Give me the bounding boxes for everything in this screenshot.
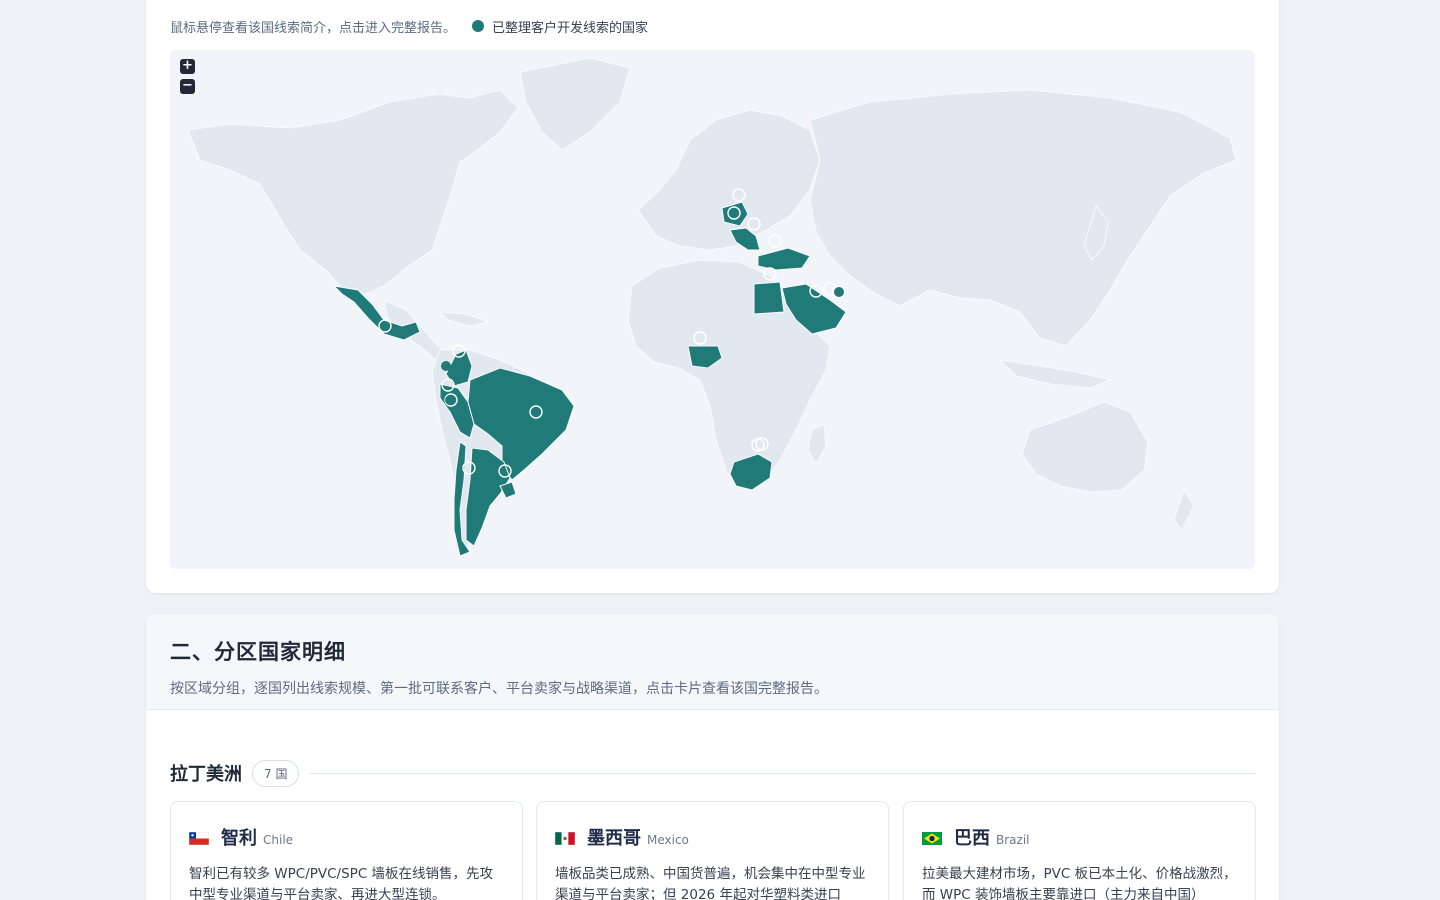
- country-name-en: Mexico: [647, 833, 689, 847]
- marker-dot-ecuador: [441, 361, 451, 371]
- chile-flag-icon: [189, 832, 209, 845]
- region-new-zealand: [1173, 488, 1195, 531]
- country-name: 墨西哥: [587, 828, 641, 849]
- section-header: 二、分区国家明细 按区域分组，逐国列出线索规模、第一批可联系客户、平台卖家与战略…: [146, 614, 1279, 710]
- country-card-brazil[interactable]: 巴西 Brazil 拉美最大建材市场，PVC 板已本土化、价格战激烈，而 WPC…: [903, 801, 1256, 900]
- country-summary: 墙板品类已成熟、中国货普遍，机会集中在中型专业渠道与平台卖家；但 2026 年起…: [555, 866, 866, 900]
- region-header: 拉丁美洲 7 国: [170, 759, 1256, 787]
- region-caribbean: [438, 311, 490, 327]
- country-card-mexico[interactable]: 墨西哥 Mexico 墙板品类已成熟、中国货普遍，机会集中在中型专业渠道与平台卖…: [536, 801, 889, 900]
- region-count-badge: 7 国: [252, 759, 300, 787]
- legend-label: 已整理客户开发线索的国家: [492, 20, 649, 36]
- marker-dot-peru: [445, 395, 455, 405]
- section-title: 二、分区国家明细: [170, 640, 346, 664]
- country-name: 巴西: [954, 828, 990, 849]
- country-name-en: Brazil: [996, 833, 1030, 847]
- region-madagascar: [807, 423, 827, 466]
- zoom-in-button[interactable]: +: [180, 59, 195, 74]
- country-turkey: [757, 247, 811, 271]
- country-egypt: [753, 281, 785, 315]
- legend-dot-icon: [472, 20, 485, 32]
- country-name-en: Chile: [263, 833, 294, 847]
- region-australia: [1021, 401, 1149, 493]
- marker-turkey: [768, 234, 782, 248]
- region-detail-card: 二、分区国家明细 按区域分组，逐国列出线索规模、第一批可联系客户、平台卖家与战略…: [146, 614, 1279, 900]
- world-map-svg: [187, 57, 1237, 557]
- region-north-america: [187, 89, 519, 295]
- map-legend: 鼠标悬停查看该国线索简介，点击进入完整报告。 已整理客户开发线索的国家: [170, 16, 648, 36]
- region-divider: [309, 772, 1256, 774]
- section-description: 按区域分组，逐国列出线索规模、第一批可联系客户、平台卖家与战略渠道，点击卡片查看…: [170, 681, 828, 697]
- country-summary: 智利已有较多 WPC/PVC/SPC 墙板在线销售，先攻中型专业渠道与平台卖家、…: [189, 866, 494, 900]
- brazil-flag-icon: [922, 832, 942, 845]
- marker-dot-oman: [834, 287, 844, 297]
- region-title: 拉丁美洲: [170, 764, 242, 785]
- region-europe: [637, 109, 821, 251]
- world-map[interactable]: + −: [170, 50, 1255, 569]
- mexico-flag-icon: [555, 832, 575, 845]
- region-greenland: [519, 57, 631, 151]
- marker-dot-hungary: [729, 208, 739, 218]
- map-hint: 鼠标悬停查看该国线索简介，点击进入完整报告。: [170, 20, 457, 36]
- zoom-out-button[interactable]: −: [180, 79, 195, 94]
- region-asia: [809, 89, 1237, 347]
- country-name: 智利: [221, 828, 257, 849]
- map-card: 鼠标悬停查看该国线索简介，点击进入完整报告。 已整理客户开发线索的国家 + −: [146, 0, 1279, 593]
- page: 鼠标悬停查看该国线索简介，点击进入完整报告。 已整理客户开发线索的国家 + − …: [0, 0, 1440, 900]
- region-indonesia: [998, 359, 1112, 389]
- country-card-chile[interactable]: 智利 Chile 智利已有较多 WPC/PVC/SPC 墙板在线销售，先攻中型专…: [170, 801, 523, 900]
- country-summary: 拉美最大建材市场，PVC 板已本土化、价格战激烈，而 WPC 装饰墙板主要靠进口…: [922, 866, 1237, 900]
